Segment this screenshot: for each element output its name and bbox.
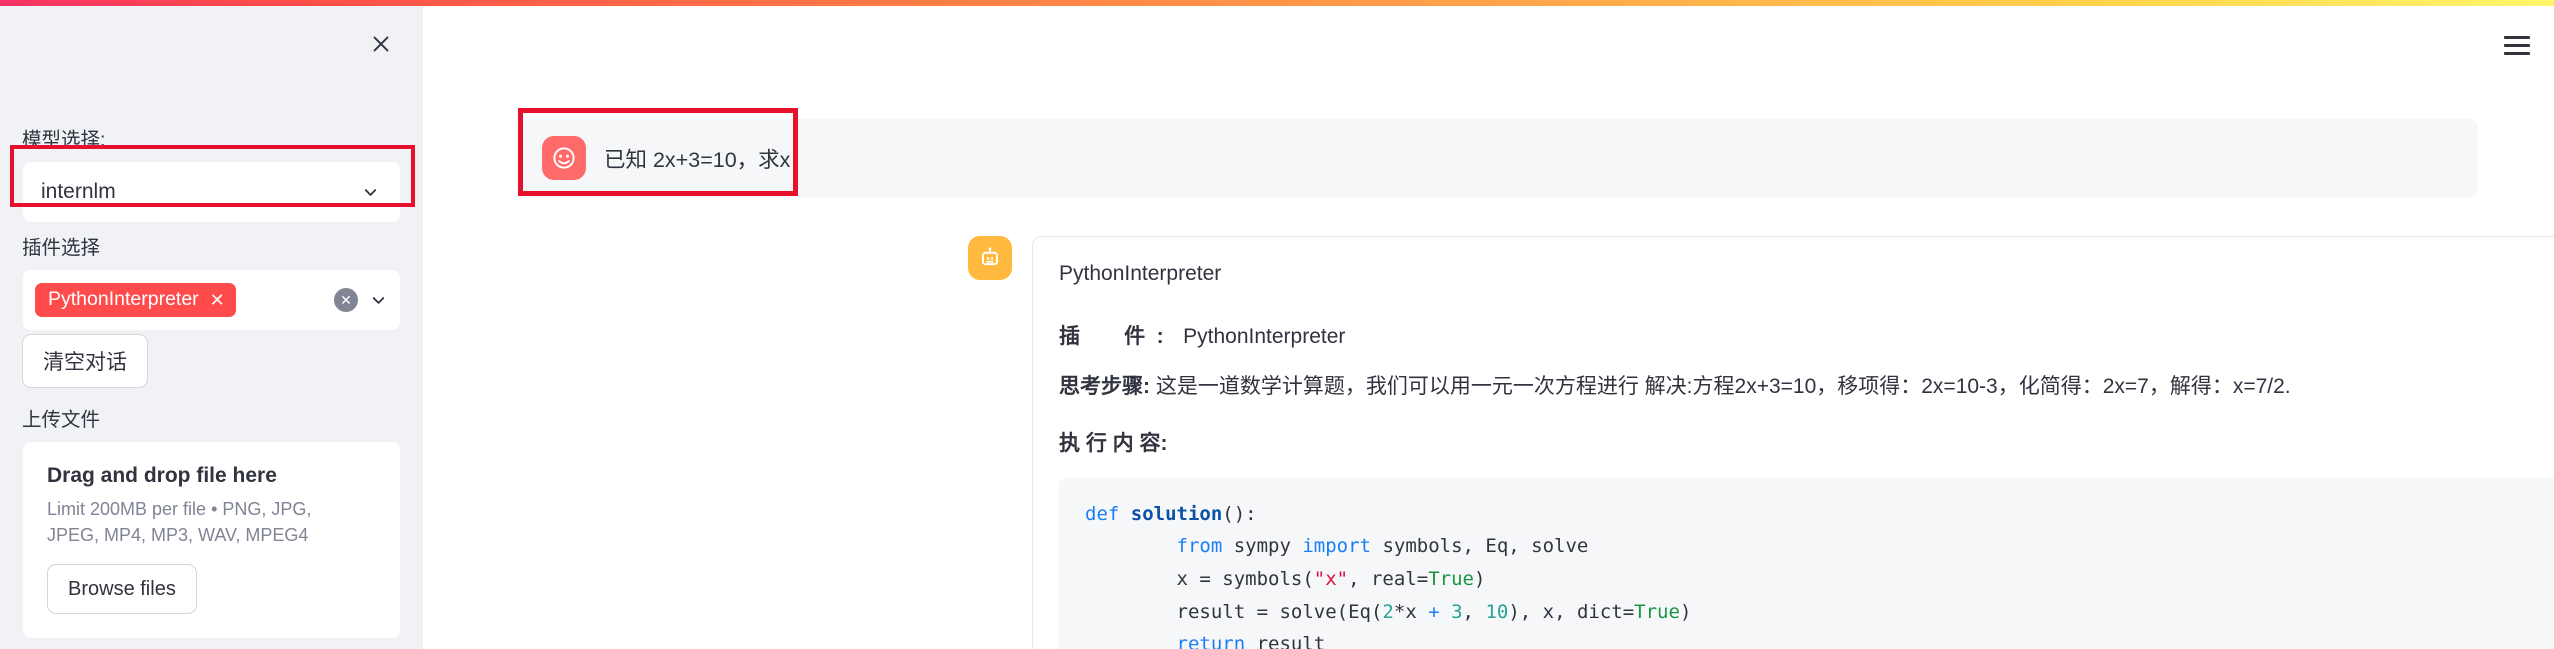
close-icon <box>373 36 389 52</box>
thought-key: 思考步骤: <box>1059 374 1150 398</box>
plugin-info-value: PythonInterpreter <box>1183 325 1346 348</box>
dropzone-title: Drag and drop file here <box>47 464 277 488</box>
assistant-message-row: PythonInterpreter 插 件: PythonInterpreter <box>968 236 2554 649</box>
hamburger-menu-icon[interactable] <box>2496 24 2538 66</box>
code-token: sympy <box>1233 535 1303 558</box>
model-select-box[interactable]: internlm <box>22 161 401 224</box>
user-face-icon <box>553 147 575 169</box>
sidebar-close-button[interactable] <box>361 24 401 64</box>
code-token: ) <box>1679 600 1692 623</box>
upload-section: 上传文件 Drag and drop file here Limit 200MB… <box>22 406 401 640</box>
model-select-section: 模型选择: internlm <box>22 126 401 224</box>
code-token: 10 <box>1485 600 1509 623</box>
clear-chat-button[interactable]: 清空对话 <box>22 334 148 388</box>
code-token: "x" <box>1313 567 1349 590</box>
plugin-multiselect[interactable]: PythonInterpreter ✕ ✕ <box>22 269 401 332</box>
clear-chat-section: 清空对话 <box>22 334 401 388</box>
code-block: def solution(): from sympy import symbol… <box>1059 477 2554 649</box>
plugin-tag-remove-icon[interactable]: ✕ <box>210 291 225 309</box>
code-token: from <box>1176 535 1234 558</box>
plugin-select-label: 插件选择 <box>22 237 101 259</box>
code-token: solution <box>1130 502 1223 525</box>
exec-key: 执 行 内 容: <box>1059 432 1168 455</box>
code-token: ) <box>1473 567 1486 590</box>
upload-label: 上传文件 <box>22 409 101 431</box>
file-dropzone[interactable]: Drag and drop file here Limit 200MB per … <box>22 441 401 640</box>
dropzone-limit-text: Limit 200MB per file • PNG, JPG, JPEG, M… <box>47 499 312 546</box>
code-token: + <box>1428 600 1452 623</box>
code-token: ), x, dict= <box>1508 600 1635 623</box>
user-avatar <box>542 136 586 180</box>
assistant-card-body: 插 件: PythonInterpreter 思考步骤: 这是一道数学计算题，我… <box>1033 299 2554 649</box>
model-select-label: 模型选择: <box>22 129 106 151</box>
model-select-value: internlm <box>41 180 116 204</box>
code-token: result <box>1256 633 1326 649</box>
app-root: 模型选择: internlm 插件选择 PythonInterpreter ✕ <box>0 0 2554 649</box>
model-select[interactable]: internlm <box>22 161 401 224</box>
plugin-info-key: 插 件: <box>1059 325 1176 348</box>
user-message-row: 已知 2x+3=10，求x <box>520 119 2478 197</box>
main-content: 已知 2x+3=10，求x PythonInterpreter 插 件: Pyt… <box>423 6 2554 649</box>
code-token: , <box>1462 600 1486 623</box>
robot-icon <box>982 247 998 266</box>
code-token: True <box>1428 567 1474 590</box>
assistant-card-title: PythonInterpreter <box>1059 262 1222 285</box>
code-token: return <box>1176 633 1257 649</box>
assistant-avatar <box>968 236 1012 280</box>
code-token: (): <box>1222 502 1257 525</box>
browse-files-button[interactable]: Browse files <box>47 564 197 615</box>
chevron-down-icon[interactable] <box>358 180 382 204</box>
code-token: *x <box>1393 600 1429 623</box>
code-token: 3 <box>1451 600 1463 623</box>
plugin-tag[interactable]: PythonInterpreter ✕ <box>35 283 236 318</box>
plugin-tag-label: PythonInterpreter <box>48 288 199 311</box>
top-gradient-bar <box>0 0 2554 6</box>
sidebar: 模型选择: internlm 插件选择 PythonInterpreter ✕ <box>0 6 423 649</box>
code-token: True <box>1634 600 1680 623</box>
code-token: def <box>1085 502 1131 525</box>
chevron-down-icon[interactable] <box>366 288 390 312</box>
code-token: import <box>1302 535 1383 558</box>
plugin-select-section: 插件选择 PythonInterpreter ✕ ✕ <box>22 234 401 332</box>
code-token: x = symbols( <box>1085 567 1314 590</box>
code-token: symbols, Eq, solve <box>1382 535 1589 558</box>
thought-value: 这是一道数学计算题，我们可以用一元一次方程进行 解决:方程2x+3=10，移项得… <box>1155 374 2291 398</box>
assistant-card: PythonInterpreter 插 件: PythonInterpreter <box>1032 236 2554 649</box>
code-token: 2 <box>1382 600 1394 623</box>
code-token: , real= <box>1348 567 1429 590</box>
exec-row: 执 行 内 容: <box>1059 428 2554 460</box>
code-token: result = solve(Eq( <box>1085 600 1383 623</box>
user-message-text: 已知 2x+3=10，求x <box>604 147 791 172</box>
assistant-card-header: PythonInterpreter <box>1033 237 2554 299</box>
code-content: def solution(): from sympy import symbol… <box>1085 503 1691 649</box>
plugin-info-row: 插 件: PythonInterpreter <box>1059 321 2554 353</box>
thought-row: 思考步骤: 这是一道数学计算题，我们可以用一元一次方程进行 解决:方程2x+3=… <box>1059 371 2554 403</box>
clear-circle-icon[interactable]: ✕ <box>334 288 358 313</box>
